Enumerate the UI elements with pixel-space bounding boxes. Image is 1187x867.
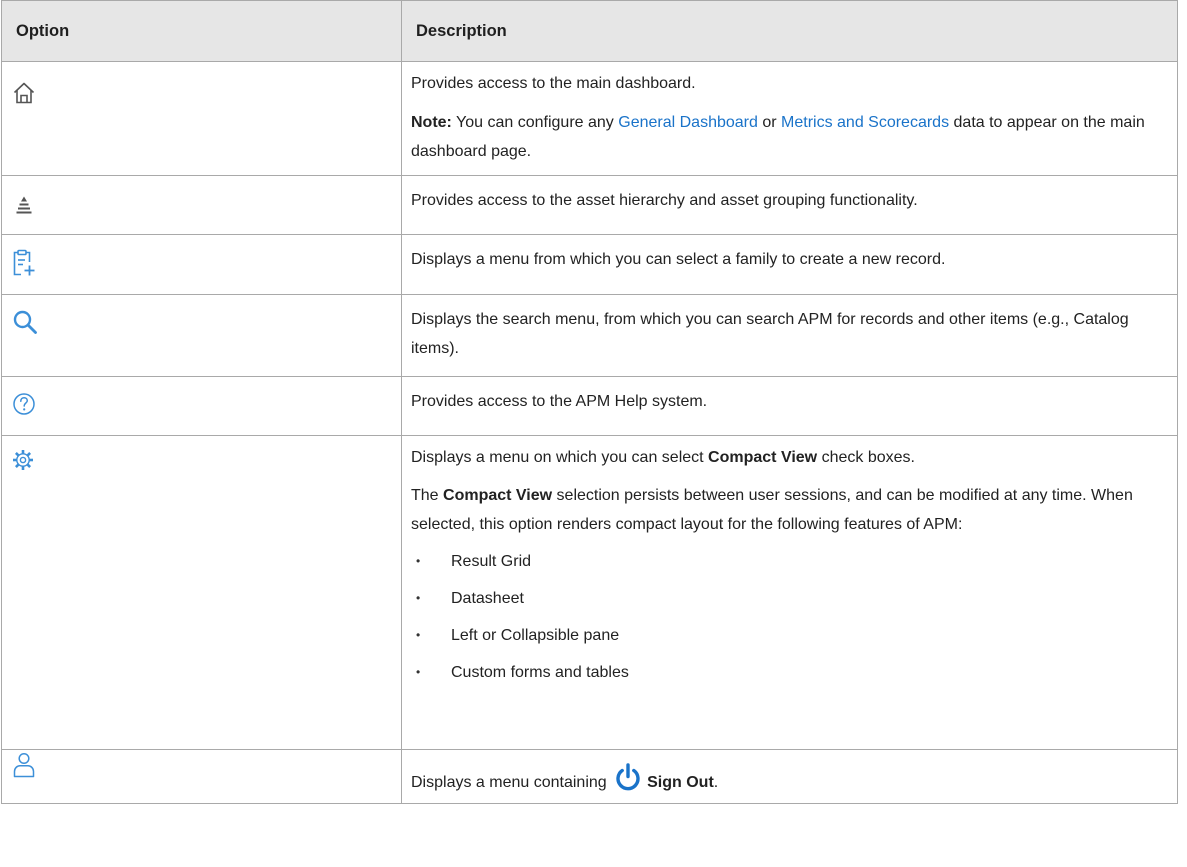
option-cell (1, 61, 402, 176)
user-description: Displays a menu containing Sign Out. (411, 762, 1163, 803)
option-cell (1, 294, 402, 377)
table-row: Provides access to the APM Help system. (1, 376, 1178, 436)
home-icon[interactable] (12, 81, 36, 110)
search-description: Displays the search menu, from which you… (411, 311, 1129, 357)
list-item: Result Grid (411, 547, 1163, 576)
metrics-and-scorecards-link[interactable]: Metrics and Scorecards (781, 114, 949, 131)
note-label: Note: (411, 114, 452, 131)
option-cell (1, 435, 402, 750)
hierarchy-description: Provides access to the asset hierarchy a… (411, 192, 918, 209)
gear-icon[interactable] (12, 449, 34, 476)
description-cell: Displays a menu on which you can select … (401, 435, 1178, 750)
table-row: Displays the search menu, from which you… (1, 294, 1178, 377)
new-record-description: Displays a menu from which you can selec… (411, 251, 946, 268)
text: check boxes. (817, 449, 915, 466)
user-icon[interactable] (12, 752, 36, 783)
table-row: Displays a menu containing Sign Out. (1, 749, 1178, 804)
option-column-header: Option (1, 0, 402, 62)
asset-hierarchy-icon[interactable] (15, 195, 33, 220)
table-row: Provides access to the asset hierarchy a… (1, 175, 1178, 235)
list-item: Left or Collapsible pane (411, 621, 1163, 650)
new-record-icon[interactable] (12, 249, 36, 282)
table-row: Displays a menu on which you can select … (1, 435, 1178, 750)
text: Displays a menu on which you can select (411, 449, 709, 466)
option-cell (1, 749, 402, 804)
general-dashboard-link[interactable]: General Dashboard (618, 114, 758, 131)
table-header-row: Option Description (1, 0, 1178, 62)
table-row: Provides access to the main dashboard. N… (1, 61, 1178, 176)
sign-out-label: Sign Out (647, 774, 714, 791)
description-cell: Provides access to the APM Help system. (401, 376, 1178, 436)
option-cell (1, 234, 402, 295)
search-icon[interactable] (12, 309, 38, 340)
help-icon[interactable] (12, 392, 36, 421)
home-note: Note: You can configure any General Dash… (411, 108, 1163, 166)
description-cell: Provides access to the asset hierarchy a… (401, 175, 1178, 235)
compact-view-label: Compact View (708, 449, 818, 466)
list-item: Datasheet (411, 584, 1163, 613)
power-icon (613, 762, 643, 803)
text: The (411, 487, 444, 504)
note-text: or (757, 114, 782, 131)
option-cell (1, 175, 402, 235)
description-cell: Displays a menu from which you can selec… (401, 234, 1178, 295)
description-cell: Displays the search menu, from which you… (401, 294, 1178, 377)
features-list: Result Grid Datasheet Left or Collapsibl… (411, 547, 1163, 687)
compact-view-label: Compact View (443, 487, 553, 504)
compact-view-description: The Compact View selection persists betw… (411, 481, 1163, 539)
text: . (713, 774, 719, 791)
home-description: Provides access to the main dashboard. (411, 75, 696, 92)
description-column-header: Description (401, 0, 1178, 62)
text: Displays a menu containing (411, 774, 612, 791)
help-description: Provides access to the APM Help system. (411, 393, 708, 410)
option-cell (1, 376, 402, 436)
description-cell: Provides access to the main dashboard. N… (401, 61, 1178, 176)
note-text: You can configure any (451, 114, 619, 131)
settings-description: Displays a menu on which you can select … (411, 443, 1163, 472)
table-row: Displays a menu from which you can selec… (1, 234, 1178, 295)
description-cell: Displays a menu containing Sign Out. (401, 749, 1178, 804)
list-item: Custom forms and tables (411, 658, 1163, 687)
options-table: Option Description Provides access to th… (1, 0, 1178, 804)
